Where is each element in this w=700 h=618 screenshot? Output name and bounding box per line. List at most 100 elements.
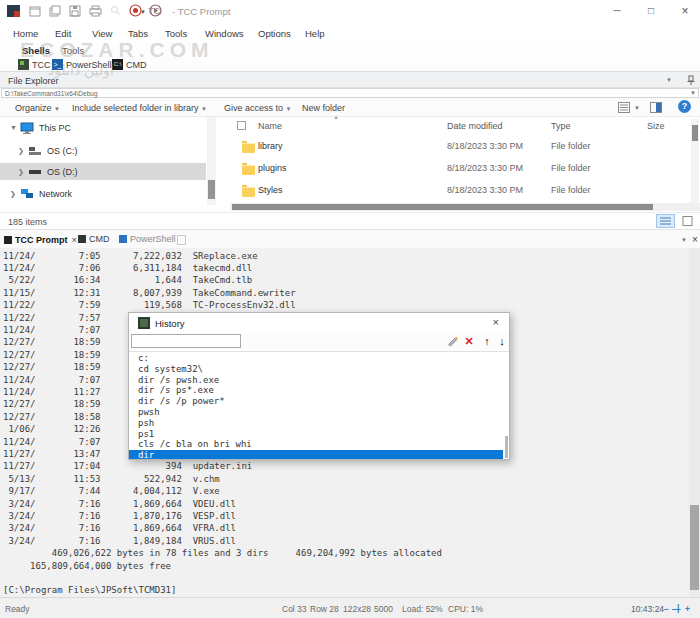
list-view-icon[interactable] xyxy=(618,102,630,113)
file-name[interactable]: plugins xyxy=(258,163,287,173)
address-dropdown-icon[interactable]: ▼ xyxy=(690,90,696,96)
column-header-type[interactable]: Type xyxy=(551,121,571,131)
history-item-selected[interactable]: dir xyxy=(129,450,503,459)
history-list[interactable]: c: cd system32\ dir /s pwsh.exe dir /s p… xyxy=(129,351,509,459)
select-all-checkbox[interactable] xyxy=(237,121,246,130)
file-date: 8/18/2023 3:30 PM xyxy=(447,141,523,151)
move-down-icon[interactable]: ↓ xyxy=(496,334,508,348)
view-dropdown-icon[interactable]: ▼ xyxy=(634,105,640,111)
print-icon[interactable] xyxy=(89,5,102,17)
history-scrollbar-thumb[interactable] xyxy=(505,436,508,458)
new-tab-icon[interactable] xyxy=(177,235,186,245)
shell-button-powershell[interactable]: >_ PowerShell xyxy=(52,58,112,71)
minimize-button[interactable]: ─ xyxy=(605,2,629,20)
maximize-button[interactable]: □ xyxy=(639,2,663,20)
give-access-button[interactable]: Give access to ▼ xyxy=(224,103,292,113)
history-item[interactable]: dir /s /p power* xyxy=(129,396,509,407)
history-item[interactable]: cls /c bla on bri whi xyxy=(129,439,509,450)
preview-pane-icon[interactable] xyxy=(650,102,662,113)
powershell-tab-icon xyxy=(119,235,127,243)
window-title: - TCC Prompt xyxy=(172,6,230,17)
menu-tools[interactable]: Tools xyxy=(165,28,187,39)
column-header-size[interactable]: Size xyxy=(647,121,665,131)
include-in-library-button[interactable]: Include selected folder in library ▼ xyxy=(72,103,207,113)
group-tab-tools[interactable]: Tools xyxy=(62,45,84,56)
file-name[interactable]: Styles xyxy=(258,185,283,195)
history-item[interactable]: dir /s pwsh.exe xyxy=(129,375,509,386)
zoom-in-icon[interactable]: + xyxy=(685,604,690,614)
tab-close-icon[interactable]: × xyxy=(72,234,78,245)
zoom-out-icon[interactable]: − xyxy=(664,604,669,614)
status-ready: Ready xyxy=(5,604,30,614)
powershell-icon: >_ xyxy=(52,59,63,70)
address-bar[interactable]: D:\TakeCommand31\x64\Debug ▼ xyxy=(1,88,699,98)
history-item[interactable]: ps1 xyxy=(129,429,509,440)
new-folder-button[interactable]: New folder xyxy=(302,103,345,113)
pin-icon[interactable] xyxy=(686,75,696,86)
panel-dropdown-icon[interactable]: ▼ xyxy=(666,77,672,83)
column-header-date[interactable]: Date modified xyxy=(447,121,503,131)
tcc-tab-icon xyxy=(4,236,12,244)
history-item[interactable]: pwsh xyxy=(129,407,509,418)
edit-icon[interactable] xyxy=(446,334,458,348)
status-col: Col 33 xyxy=(282,604,307,614)
organize-button[interactable]: Organize ▼ xyxy=(15,103,60,113)
column-header-name[interactable]: Name xyxy=(258,121,282,131)
history-dialog-title: History xyxy=(155,318,185,329)
save-icon[interactable] xyxy=(69,5,81,17)
tab-list-dropdown-icon[interactable]: ▼ xyxy=(681,237,687,243)
menu-bar: Home Edit View Tabs Tools Windows Option… xyxy=(0,22,700,42)
tab-cmd[interactable]: CMD xyxy=(78,234,110,244)
explorer-command-bar: Organize ▼ Include selected folder in li… xyxy=(0,98,700,117)
move-up-icon[interactable]: ↑ xyxy=(481,334,493,348)
zoom-slider[interactable]: —| xyxy=(672,604,681,614)
tab-powershell[interactable]: PowerShell xyxy=(119,234,176,244)
status-row: Row 28 xyxy=(310,604,339,614)
close-button[interactable]: × xyxy=(673,2,697,20)
menu-view[interactable]: View xyxy=(92,28,112,39)
menu-tabs[interactable]: Tabs xyxy=(128,28,148,39)
details-view-button[interactable] xyxy=(656,214,675,228)
tree-item-os-c[interactable]: ❯ OS (C:) xyxy=(18,143,78,158)
network-icon xyxy=(20,188,34,200)
file-name[interactable]: library xyxy=(258,141,283,151)
menu-home[interactable]: Home xyxy=(13,28,38,39)
menu-windows[interactable]: Windows xyxy=(205,28,244,39)
tree-item-this-pc[interactable]: ▼ This PC xyxy=(10,120,71,135)
file-list-hscrollbar-thumb[interactable] xyxy=(232,204,653,210)
history-item[interactable]: cd system32\ xyxy=(129,364,509,375)
file-list-vscrollbar-thumb[interactable] xyxy=(692,125,698,141)
console-scrollbar-thumb[interactable] xyxy=(690,505,699,590)
history-search-input[interactable] xyxy=(131,334,241,348)
tab-bar-close-icon[interactable]: × xyxy=(692,234,698,245)
shell-button-tcc[interactable]: TCC xyxy=(18,58,51,71)
copy-icon[interactable] xyxy=(49,5,61,17)
status-load: Load: 52% xyxy=(402,604,443,614)
help-icon[interactable]: ? xyxy=(678,100,691,113)
shell-button-cmd[interactable]: C:\ CMD xyxy=(112,58,147,71)
tab-tcc-prompt[interactable]: TCC Prompt × xyxy=(4,234,77,245)
history-item[interactable]: dir /s ps*.exe xyxy=(129,385,509,396)
status-cpu: CPU: 1% xyxy=(448,604,483,614)
group-tab-shells[interactable]: Shells xyxy=(22,45,50,56)
tree-scrollbar-thumb[interactable] xyxy=(208,180,215,199)
file-explorer-panel-header: File Explorer ▼ xyxy=(0,71,700,88)
menu-help[interactable]: Help xyxy=(305,28,325,39)
history-item[interactable]: psh xyxy=(129,418,509,429)
tree-item-os-d[interactable]: ❯ OS (D:) xyxy=(18,164,78,179)
history-dialog-titlebar[interactable]: History × xyxy=(129,313,509,333)
delete-icon[interactable]: ✕ xyxy=(463,334,475,348)
history-item[interactable]: c: xyxy=(129,353,509,364)
qat-dropdown-icon[interactable]: ▼ xyxy=(140,9,146,15)
history-close-icon[interactable]: × xyxy=(493,316,499,328)
thumbnail-view-button[interactable] xyxy=(678,214,697,228)
file-type: File folder xyxy=(551,185,591,195)
search-icon[interactable] xyxy=(110,5,121,16)
new-window-icon[interactable] xyxy=(29,5,41,17)
folder-icon xyxy=(242,187,255,197)
panel-title: File Explorer xyxy=(8,76,59,86)
drive-c-icon xyxy=(28,146,42,156)
menu-options[interactable]: Options xyxy=(258,28,291,39)
tree-item-network[interactable]: ❯ Network xyxy=(10,186,72,201)
menu-edit[interactable]: Edit xyxy=(55,28,71,39)
